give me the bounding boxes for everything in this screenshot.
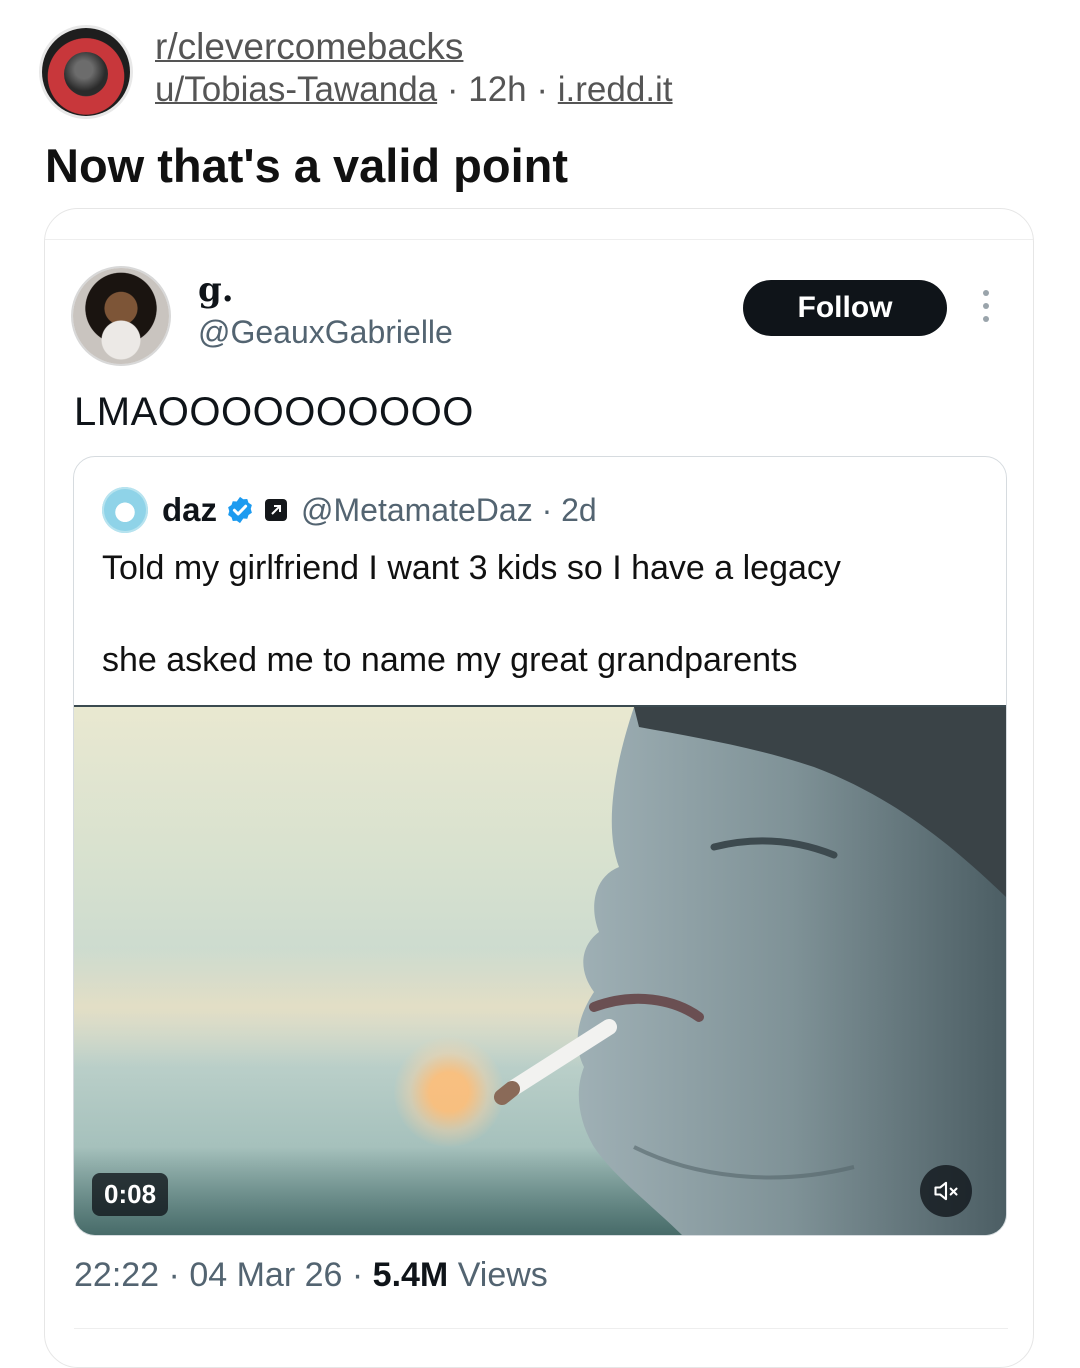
follow-button[interactable]: Follow: [743, 280, 947, 336]
quoted-tweet-text-line: Told my girlfriend I want 3 kids so I ha…: [102, 549, 841, 587]
post-title[interactable]: Now that's a valid point: [45, 138, 568, 193]
quoted-tweet-header: daz @MetamateDaz · 2d: [102, 485, 597, 535]
video-player[interactable]: 0:08: [74, 705, 1006, 1235]
tweet-timestamp-views: 22:22 · 04 Mar 26 · 5.4M Views: [74, 1256, 548, 1295]
post-age: 12h: [468, 70, 527, 109]
more-vertical-icon[interactable]: [976, 290, 996, 330]
tweet-author-handle[interactable]: @GeauxGabrielle: [198, 314, 453, 351]
tweet-time[interactable]: 22:22: [74, 1256, 159, 1294]
username-link[interactable]: u/Tobias-Tawanda: [155, 70, 437, 109]
meta-separator: ·: [168, 1256, 180, 1294]
card-divider: [74, 1328, 1008, 1329]
subreddit-avatar-image: [64, 52, 108, 96]
tweet-text: LMAOOOOOOOOOO: [74, 390, 474, 434]
views-label: Views: [457, 1256, 548, 1294]
meta-separator: ·: [536, 70, 549, 109]
subreddit-link[interactable]: r/clevercomebacks: [155, 26, 463, 68]
speaker-muted-icon[interactable]: [920, 1165, 972, 1217]
views-count: 5.4M: [372, 1256, 449, 1294]
affiliate-badge-icon: [265, 499, 288, 521]
card-divider: [45, 239, 1033, 240]
meta-separator: ·: [351, 1256, 364, 1294]
tweet-author-name[interactable]: g.: [198, 270, 234, 310]
video-still-man-smoking: [494, 707, 1006, 1235]
reddit-post-header: r/clevercomebacks u/Tobias-Tawanda · 12h…: [42, 22, 1042, 122]
meta-separator: ·: [446, 70, 459, 109]
domain-link[interactable]: i.redd.it: [558, 70, 673, 109]
quoted-tweet[interactable]: daz @MetamateDaz · 2d Told my girlfriend…: [73, 456, 1007, 1236]
quoted-author-avatar[interactable]: [102, 487, 148, 533]
subreddit-avatar[interactable]: [42, 28, 130, 116]
post-meta: u/Tobias-Tawanda · 12h · i.redd.it: [155, 70, 673, 110]
video-duration-badge: 0:08: [92, 1173, 169, 1216]
verified-badge-icon: [228, 496, 252, 524]
quoted-tweet-text-line: she asked me to name my great grandparen…: [102, 641, 798, 679]
tweet-date[interactable]: 04 Mar 26: [189, 1256, 342, 1294]
quoted-author-name[interactable]: daz: [162, 491, 217, 529]
quoted-handle-and-time: @MetamateDaz · 2d: [301, 491, 597, 528]
tweet-author-avatar[interactable]: [73, 268, 169, 364]
